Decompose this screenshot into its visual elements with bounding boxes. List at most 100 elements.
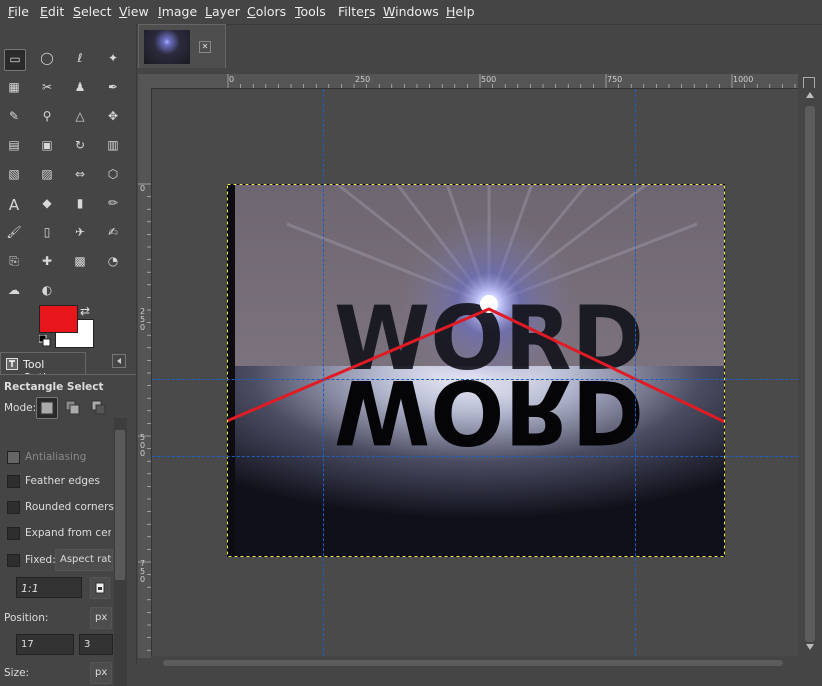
bucket-fill-icon-glyph: ◆ (42, 196, 52, 210)
eraser-icon[interactable]: ▯ (37, 223, 59, 245)
shear-icon[interactable]: ▧ (4, 165, 26, 187)
rotate-icon[interactable]: ↻ (70, 136, 92, 158)
perspective-clone-icon-glyph: ▩ (74, 254, 86, 268)
fixed-label: Fixed: (25, 554, 56, 566)
heal-icon[interactable]: ✚ (37, 252, 59, 274)
tool-options-tab[interactable]: Tool Options (0, 352, 86, 384)
color-picker-icon-glyph: ✎ (8, 109, 20, 123)
scale-icon[interactable]: ▥ (103, 136, 125, 158)
crop-icon[interactable]: ▣ (37, 136, 59, 158)
clone-icon[interactable]: ⎘ (4, 252, 26, 274)
toolbox: ▭ ◯ ℓ ✦ ▦ ✂ ♟ ✒ ✎ ⚲ △ ✥ ▤ ▣ ↻ ▥ ▧ ▨ ⇔ ⬡ A ◆ ▮ ✏ 🖌 ▯ ✈ ✍ ⎘ ✚ ▩ ◔ ☁ ◐ ⇄ Too… (0, 24, 137, 686)
image-thumbnail (144, 30, 190, 64)
fixed-mode-dropdown[interactable]: Aspect ratio (55, 549, 113, 571)
menu-label-part: mage (161, 4, 198, 19)
orientation-icon[interactable] (90, 577, 110, 599)
blur-icon[interactable]: ◔ (103, 252, 125, 274)
paintbrush-icon[interactable]: 🖌 (4, 223, 26, 245)
tool-options-scroll-thumb[interactable] (115, 430, 125, 580)
perspective-clone-icon[interactable]: ▩ (70, 252, 92, 274)
menu-mnemonic: L (205, 4, 212, 19)
menu-mnemonic: W (383, 4, 396, 19)
expand-from-center-label: Expand from center (25, 527, 111, 539)
menu-item[interactable]: Colors (247, 4, 286, 19)
mode-replace-button[interactable] (36, 397, 58, 419)
rounded-corners-checkbox[interactable] (7, 501, 20, 514)
ruler-corner (138, 74, 151, 88)
rect-select-icon[interactable]: ▭ (4, 49, 26, 71)
feather-edges-checkbox[interactable] (7, 475, 20, 488)
menu-item[interactable]: Tools (295, 4, 326, 19)
position-x-field[interactable]: 17 (16, 634, 74, 655)
menu-item[interactable]: File (8, 4, 29, 19)
measure-icon[interactable]: △ (70, 107, 92, 129)
menu-item[interactable]: Edit (40, 4, 64, 19)
flip-icon-glyph: ⇔ (74, 167, 86, 181)
scissors-select-icon[interactable]: ✂ (37, 78, 59, 100)
foreground-select-icon-glyph: ♟ (74, 80, 86, 94)
foreground-color-swatch[interactable] (39, 305, 78, 333)
cage-transform-icon-glyph: ⬡ (107, 167, 119, 181)
dodge-burn-icon-glyph: ◐ (41, 283, 53, 297)
aspect-ratio-field[interactable]: 1:1 (16, 577, 82, 598)
tool-options-scrollbar[interactable] (114, 418, 127, 686)
image-canvas[interactable]: WORD WORD (227, 184, 725, 557)
shear-icon-glyph: ▧ (8, 167, 20, 181)
align-icon[interactable]: ▤ (4, 136, 26, 158)
mode-add-button[interactable] (62, 397, 84, 419)
menu-mnemonic: H (446, 4, 456, 19)
dodge-burn-icon[interactable]: ◐ (37, 281, 59, 303)
color-picker-icon[interactable]: ✎ (4, 107, 26, 129)
smudge-icon[interactable]: ☁ (4, 281, 26, 303)
free-select-icon-glyph: ℓ (77, 51, 83, 65)
mode-subtract-button[interactable] (88, 397, 110, 419)
image-tab[interactable] (138, 24, 226, 69)
menu-item[interactable]: Image (158, 4, 197, 19)
position-unit-dropdown[interactable]: px (90, 607, 112, 629)
expand-from-center-checkbox[interactable] (7, 527, 20, 540)
free-select-icon[interactable]: ℓ (70, 49, 92, 71)
menu-item[interactable]: Filters (338, 4, 375, 19)
foreground-select-icon[interactable]: ♟ (70, 78, 92, 100)
antialiasing-label: Antialiasing (25, 451, 87, 463)
airbrush-icon[interactable]: ✈ (70, 223, 92, 245)
menu-item[interactable]: View (119, 4, 149, 19)
default-colors-icon[interactable] (38, 334, 51, 347)
color-select-icon[interactable]: ▦ (4, 78, 26, 100)
align-icon-glyph: ▤ (8, 138, 20, 152)
antialiasing-checkbox[interactable] (7, 451, 20, 464)
fixed-checkbox[interactable] (7, 554, 20, 567)
flip-icon[interactable]: ⇔ (70, 165, 92, 187)
paths-icon[interactable]: ✒ (103, 78, 125, 100)
perspective-icon[interactable]: ▨ (37, 165, 59, 187)
size-unit-dropdown[interactable]: px (90, 662, 112, 684)
pencil-icon[interactable]: ✏ (103, 194, 125, 216)
text-icon[interactable]: A (4, 194, 26, 216)
menu-item[interactable]: Windows (383, 4, 439, 19)
menu-item[interactable]: Layer (205, 4, 240, 19)
horizontal-ruler[interactable]: 0 250 500 750 1000 (151, 74, 798, 89)
position-y-field[interactable]: 3 (79, 634, 113, 655)
swap-colors-icon[interactable]: ⇄ (80, 304, 90, 318)
configure-tab-icon[interactable] (112, 354, 126, 368)
blend-icon[interactable]: ▮ (70, 194, 92, 216)
ellipse-select-icon[interactable]: ◯ (37, 49, 59, 71)
close-tab-icon[interactable]: ✕ (199, 41, 211, 53)
menu-label-part: Filte (338, 4, 364, 19)
menu-item[interactable]: Help (446, 4, 475, 19)
ink-icon[interactable]: ✍ (103, 223, 125, 245)
feather-edges-label: Feather edges (25, 475, 100, 487)
horizontal-scrollbar[interactable] (151, 656, 798, 666)
move-icon[interactable]: ✥ (103, 107, 125, 129)
tool-name: Rectangle Select (4, 381, 104, 393)
clone-icon-glyph: ⎘ (9, 254, 19, 268)
text-icon-glyph: A (8, 196, 20, 214)
fuzzy-select-icon[interactable]: ✦ (103, 49, 125, 71)
vertical-scrollbar[interactable] (798, 88, 822, 658)
menu-item[interactable]: Select (73, 4, 112, 19)
vertical-ruler[interactable]: 0 250 500 750 (138, 88, 152, 658)
cage-transform-icon[interactable]: ⬡ (103, 165, 125, 187)
color-select-icon-glyph: ▦ (8, 80, 20, 94)
bucket-fill-icon[interactable]: ◆ (37, 194, 59, 216)
zoom-icon[interactable]: ⚲ (37, 107, 59, 129)
